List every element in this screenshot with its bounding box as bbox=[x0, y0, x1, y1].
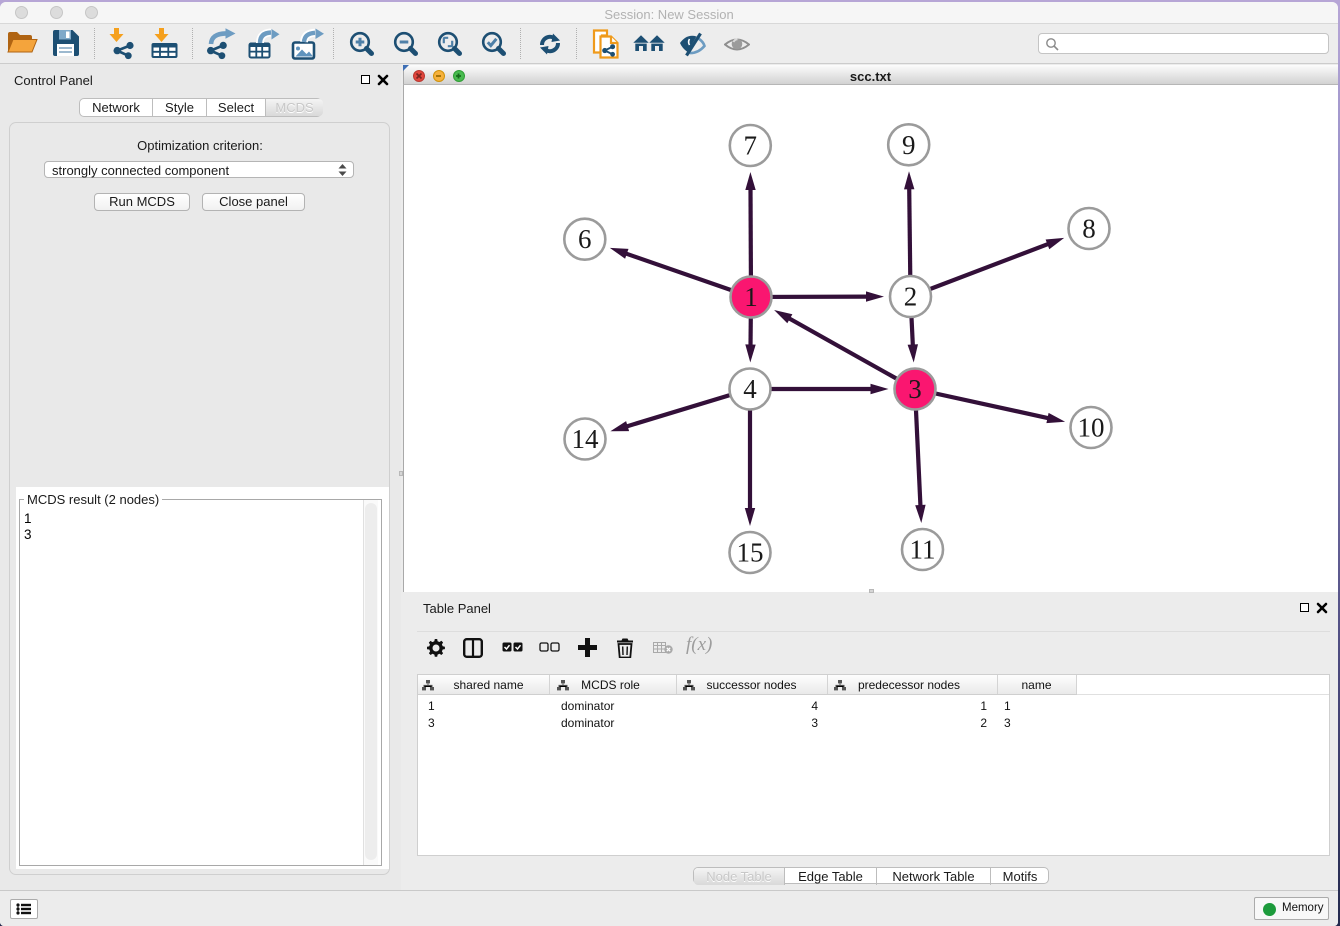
svg-text:8: 8 bbox=[1082, 214, 1096, 244]
svg-text:4: 4 bbox=[743, 374, 757, 404]
svg-text:10: 10 bbox=[1078, 413, 1105, 443]
svg-text:15: 15 bbox=[737, 538, 764, 568]
svg-text:1: 1 bbox=[744, 282, 758, 312]
svg-text:9: 9 bbox=[902, 130, 916, 160]
svg-text:6: 6 bbox=[578, 224, 592, 254]
svg-text:7: 7 bbox=[744, 131, 758, 161]
svg-text:14: 14 bbox=[572, 424, 600, 454]
svg-text:11: 11 bbox=[910, 535, 936, 565]
svg-text:2: 2 bbox=[904, 282, 918, 312]
svg-text:3: 3 bbox=[908, 374, 922, 404]
